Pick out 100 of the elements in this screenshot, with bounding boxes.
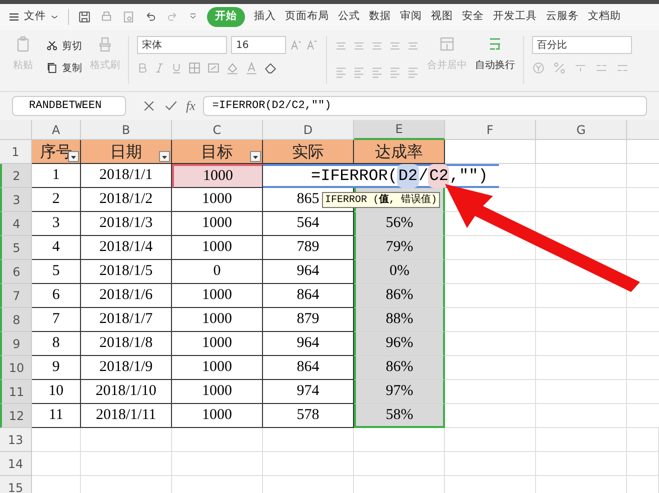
row-header[interactable]: 6 bbox=[0, 260, 32, 284]
row-header[interactable]: 7 bbox=[0, 284, 32, 308]
ribbon-tab[interactable]: 页面布局 bbox=[285, 9, 329, 25]
copy-button[interactable]: 复制 bbox=[46, 60, 82, 76]
name-box[interactable]: RANDBETWEEN bbox=[12, 96, 126, 116]
header-cell: 达成率 bbox=[354, 140, 445, 164]
cell-reference: C2 bbox=[428, 164, 450, 188]
save-icon[interactable] bbox=[78, 9, 91, 25]
formula-text: =IFERROR( bbox=[311, 166, 398, 187]
borders-icon[interactable] bbox=[188, 60, 201, 76]
table-cell-text: 0 bbox=[213, 262, 221, 282]
cut-button[interactable]: 剪切 bbox=[46, 38, 82, 54]
table-cell-text: 1000 bbox=[202, 214, 232, 234]
column-header[interactable] bbox=[627, 120, 659, 140]
wrap-text-label[interactable]: 自动换行 bbox=[475, 58, 515, 73]
ribbon-tab[interactable]: 开发工具 bbox=[493, 9, 537, 25]
column-header[interactable]: G bbox=[536, 120, 627, 140]
table-cell-text: 864 bbox=[296, 358, 320, 378]
ribbon-tab[interactable]: 数据 bbox=[369, 9, 391, 25]
formula-text: / bbox=[418, 166, 428, 187]
font-color-icon[interactable] bbox=[245, 60, 258, 76]
row-header[interactable]: 15 bbox=[0, 476, 32, 493]
table-cell-text: 9 bbox=[52, 358, 60, 378]
currency-icon[interactable] bbox=[532, 60, 545, 76]
table-cell-text: 97% bbox=[386, 382, 414, 402]
file-menu[interactable]: 文件 bbox=[8, 9, 59, 25]
header-cell: 目标 bbox=[172, 140, 263, 164]
table-cell-text: 1000 bbox=[202, 382, 232, 402]
table-cell-text: 96% bbox=[386, 334, 414, 354]
table-cell-text: 2018/1/5 bbox=[99, 262, 153, 282]
cell-reference: D2 bbox=[397, 164, 419, 188]
table-cell-text: 1000 bbox=[202, 238, 232, 258]
formula-text: ,"") bbox=[449, 166, 488, 187]
header-cell: 实际 bbox=[263, 140, 354, 164]
row-header[interactable]: 9 bbox=[0, 332, 32, 356]
table-cell-text: 2018/1/8 bbox=[99, 334, 153, 354]
font-size-field[interactable]: 16 bbox=[231, 36, 286, 54]
column-header[interactable]: C bbox=[172, 120, 263, 140]
row-header[interactable]: 5 bbox=[0, 236, 32, 260]
column-header[interactable]: D bbox=[263, 120, 354, 140]
table-cell-text: 5 bbox=[52, 262, 60, 282]
ribbon-tab[interactable]: 安全 bbox=[462, 9, 484, 25]
header-cell: 日期 bbox=[81, 140, 172, 164]
row-header[interactable]: 10 bbox=[0, 356, 32, 380]
cell-editor[interactable]: =IFERROR(D2/C2,"") bbox=[263, 164, 499, 188]
formula-field[interactable]: =IFERROR(D2/C2,"") bbox=[203, 96, 647, 116]
function-label[interactable]: fx bbox=[186, 96, 196, 116]
ribbon-tab[interactable]: 公式 bbox=[338, 9, 360, 25]
row-header[interactable]: 13 bbox=[0, 428, 32, 452]
ribbon-tab[interactable]: 云服务 bbox=[546, 9, 579, 25]
row-header[interactable]: 8 bbox=[0, 308, 32, 332]
table-cell-text: 2018/1/2 bbox=[99, 190, 153, 210]
table-cell-text: 56% bbox=[386, 214, 414, 234]
font-field[interactable]: 宋体 bbox=[137, 36, 227, 54]
filter-dropdown-icon[interactable] bbox=[250, 151, 261, 162]
percent-icon[interactable] bbox=[553, 60, 566, 76]
row-header[interactable]: 11 bbox=[0, 380, 32, 404]
table-cell bbox=[32, 428, 81, 452]
ribbon-tab[interactable]: 审阅 bbox=[400, 9, 422, 25]
column-header[interactable]: A bbox=[32, 120, 81, 140]
preview-icon[interactable] bbox=[122, 9, 135, 25]
table-cell-text: 11 bbox=[48, 406, 64, 426]
table-cell-text: 1000 bbox=[202, 334, 232, 354]
select-all-corner[interactable] bbox=[0, 120, 32, 140]
table-cell-text: 964 bbox=[296, 262, 320, 282]
column-header[interactable]: B bbox=[81, 120, 172, 140]
row-header[interactable]: 2 bbox=[0, 164, 32, 188]
table-cell-text: 4 bbox=[52, 238, 60, 258]
table-cell-text: 2018/1/4 bbox=[99, 238, 153, 258]
table-cell-text: 865 bbox=[296, 190, 320, 210]
copy-icon[interactable] bbox=[46, 60, 58, 76]
table-cell-text: 7 bbox=[52, 310, 60, 330]
number-format-field[interactable]: 百分比 bbox=[532, 36, 632, 54]
table-cell bbox=[32, 452, 81, 476]
table-cell-text: 1000 bbox=[202, 310, 232, 330]
row-header[interactable]: 12 bbox=[0, 404, 32, 428]
filter-dropdown-icon[interactable] bbox=[159, 151, 170, 162]
table-cell-text: 1000 bbox=[203, 167, 233, 186]
table-cell-text: 86% bbox=[386, 286, 414, 306]
table-cell bbox=[627, 452, 659, 476]
row-header[interactable]: 4 bbox=[0, 212, 32, 236]
ribbon-tab[interactable]: 视图 bbox=[431, 9, 453, 25]
table-cell-text: 88% bbox=[386, 310, 414, 330]
row-header[interactable]: 3 bbox=[0, 188, 32, 212]
table-cell bbox=[627, 428, 659, 452]
table-cell-text: 2018/1/11 bbox=[96, 406, 156, 426]
table-cell-text: 0% bbox=[390, 262, 410, 282]
tooltip: IFERROR (值, 错误值) bbox=[322, 192, 440, 208]
table-cell-text: 864 bbox=[296, 286, 320, 306]
column-header[interactable]: F bbox=[445, 120, 536, 140]
column-header[interactable]: E bbox=[354, 120, 445, 140]
ribbon-tab[interactable]: 文档助 bbox=[588, 9, 621, 25]
table-cell-text: 2018/1/1 bbox=[99, 166, 153, 186]
row-header[interactable]: 14 bbox=[0, 452, 32, 476]
table-cell-text: 79% bbox=[386, 238, 414, 258]
row-header[interactable]: 1 bbox=[0, 140, 32, 164]
table-cell-text: 1000 bbox=[202, 286, 232, 306]
table-cell-text: 974 bbox=[296, 382, 320, 402]
ribbon-tab[interactable]: 插入 bbox=[254, 9, 276, 25]
table-cell-text: 86% bbox=[386, 358, 414, 378]
